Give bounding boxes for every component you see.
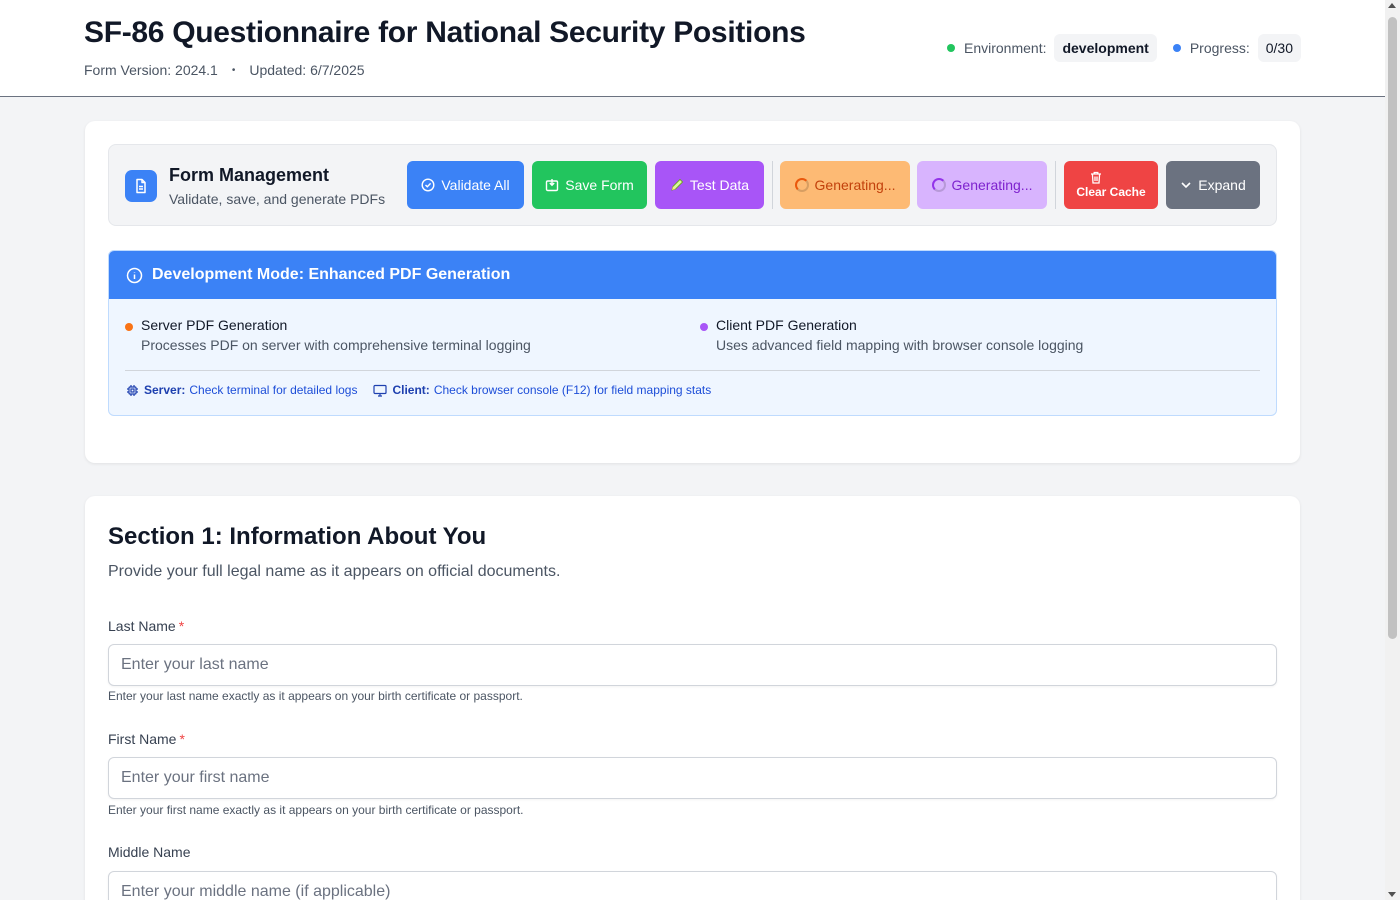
required-marker: * [179, 731, 185, 747]
environment-label: Environment: [963, 40, 1047, 56]
cpu-icon [126, 384, 139, 397]
toolbar-divider [1055, 161, 1056, 209]
client-log-hint: Client: Check browser console (F12) for … [373, 383, 711, 397]
client-log-text: Check browser console (F12) for field ma… [433, 383, 712, 397]
server-pdf-description: Processes PDF on server with comprehensi… [141, 337, 531, 353]
dev-mode-panel: Development Mode: Enhanced PDF Generatio… [108, 250, 1277, 416]
scroll-up-arrow-icon[interactable] [1388, 3, 1396, 8]
client-pdf-info: Client PDF Generation Uses advanced fiel… [700, 317, 1083, 353]
client-pdf-description: Uses advanced field mapping with browser… [716, 337, 1084, 353]
server-log-text: Check terminal for detailed logs [189, 383, 358, 397]
progress-status-dot-icon [1172, 44, 1181, 52]
environment-status-dot-icon [946, 44, 955, 52]
scroll-down-arrow-icon[interactable] [1388, 892, 1396, 897]
client-log-label: Client: [392, 383, 430, 397]
first-name-label: First Name * [108, 731, 185, 747]
last-name-label: Last Name * [108, 618, 184, 634]
middle-name-label: Middle Name [108, 844, 190, 860]
progress-status: Progress: 0/30 [1172, 34, 1301, 62]
page-header: SF-86 Questionnaire for National Securit… [0, 0, 1385, 97]
server-log-hint: Server: Check terminal for detailed logs [126, 383, 357, 397]
page-scrollbar[interactable] [1385, 0, 1400, 900]
last-name-help: Enter your last name exactly as it appea… [108, 689, 523, 703]
middle-name-label-text: Middle Name [108, 844, 191, 860]
middle-name-input[interactable] [108, 871, 1277, 900]
info-icon [126, 267, 143, 284]
save-form-button[interactable]: Save Form [532, 161, 647, 209]
first-name-label-text: First Name [108, 731, 177, 747]
toolbar-divider [772, 161, 773, 209]
expand-button[interactable]: Expand [1166, 161, 1260, 209]
save-icon [545, 178, 559, 192]
test-data-button[interactable]: Test Data [655, 161, 764, 209]
dev-mode-divider [125, 370, 1260, 371]
server-pdf-info: Server PDF Generation Processes PDF on s… [125, 317, 531, 353]
scrollbar-thumb[interactable] [1388, 17, 1397, 639]
clear-cache-button[interactable]: Clear Cache [1064, 161, 1158, 209]
section-1-card: Section 1: Information About You Provide… [85, 496, 1300, 900]
dev-mode-footer: Server: Check terminal for detailed logs… [126, 383, 711, 397]
last-name-input[interactable] [108, 644, 1277, 686]
validate-all-label: Validate All [441, 177, 510, 193]
pencil-icon [670, 178, 684, 192]
page-title: SF-86 Questionnaire for National Securit… [84, 16, 806, 49]
generate-server-pdf-button[interactable]: Generating... [780, 161, 910, 209]
section-title: Section 1: Information About You [108, 523, 487, 550]
form-management-subtitle: Validate, save, and generate PDFs [169, 191, 386, 207]
loading-spinner-icon [931, 178, 946, 192]
loading-spinner-icon [794, 178, 809, 192]
client-dot-icon [700, 323, 708, 331]
document-icon [125, 170, 157, 202]
generate-client-pdf-button[interactable]: Generating... [917, 161, 1047, 209]
server-pdf-title: Server PDF Generation [141, 317, 288, 333]
first-name-help: Enter your first name exactly as it appe… [108, 803, 524, 817]
server-log-label: Server: [144, 383, 186, 397]
client-pdf-title: Client PDF Generation [716, 317, 857, 333]
progress-label: Progress: [1189, 40, 1250, 56]
form-management-title: Form Management [169, 165, 330, 185]
first-name-input[interactable] [108, 757, 1277, 799]
test-data-label: Test Data [689, 177, 750, 193]
section-subtitle: Provide your full legal name as it appea… [108, 563, 561, 580]
environment-badge: development [1054, 34, 1157, 62]
environment-status: Environment: development [946, 34, 1157, 62]
required-marker: * [178, 618, 185, 634]
form-meta: Form Version: 2024.1 • Updated: 6/7/2025 [84, 62, 365, 78]
updated-date: Updated: 6/7/2025 [249, 62, 365, 78]
form-management-card: Form Management Validate, save, and gene… [85, 121, 1300, 463]
generate-client-pdf-label: Generating... [951, 177, 1033, 193]
meta-separator: • [231, 64, 236, 76]
trash-icon [1090, 171, 1102, 184]
form-management-toolbar: Form Management Validate, save, and gene… [108, 144, 1277, 226]
monitor-icon [373, 384, 388, 397]
check-circle-icon [421, 178, 435, 192]
expand-label: Expand [1198, 177, 1246, 193]
dev-mode-header: Development Mode: Enhanced PDF Generatio… [109, 251, 1276, 299]
last-name-label-text: Last Name [108, 618, 176, 634]
clear-cache-label: Clear Cache [1076, 185, 1146, 199]
header-status: Environment: development Progress: 0/30 [946, 34, 1301, 62]
dev-mode-title: Development Mode: Enhanced PDF Generatio… [152, 266, 511, 283]
server-dot-icon [125, 323, 133, 331]
chevron-down-icon [1180, 179, 1192, 191]
generate-server-pdf-label: Generating... [814, 177, 896, 193]
form-version: Form Version: 2024.1 [84, 62, 218, 78]
progress-badge: 0/30 [1257, 34, 1301, 62]
save-form-label: Save Form [565, 177, 634, 193]
validate-all-button[interactable]: Validate All [407, 161, 524, 209]
